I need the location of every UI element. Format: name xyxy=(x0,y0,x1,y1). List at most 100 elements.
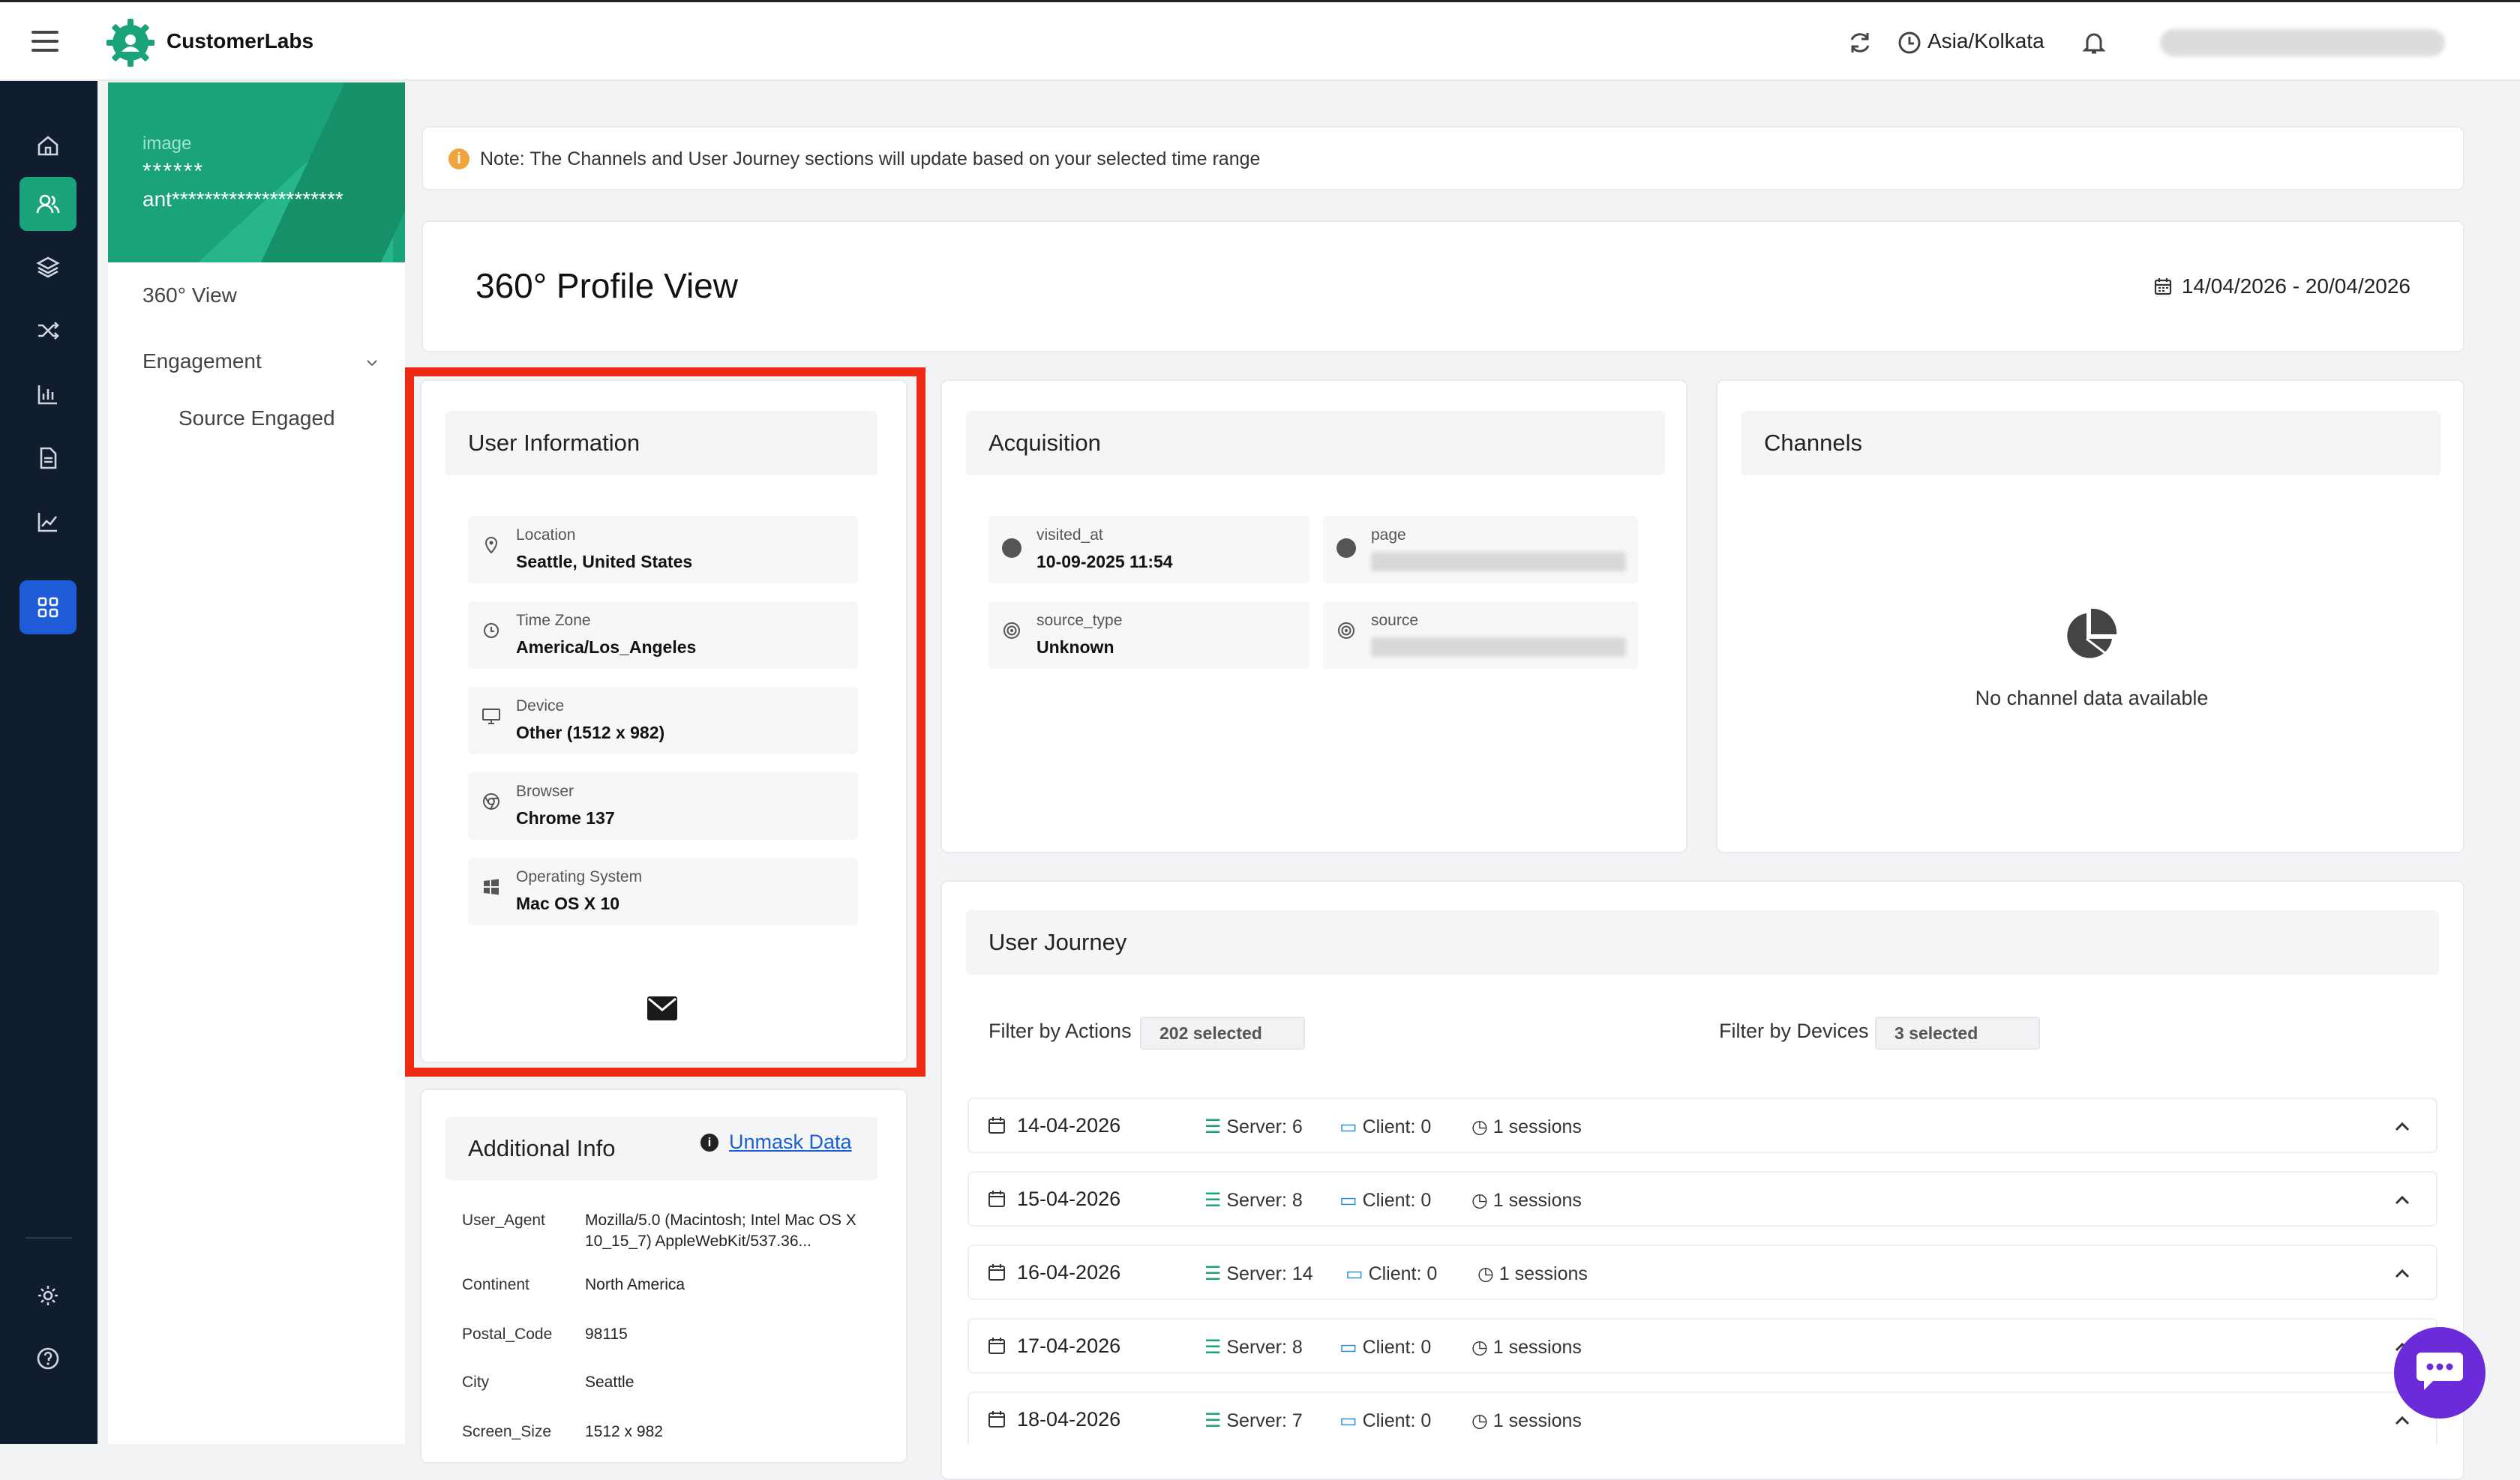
profile-subnav: image ****** ant********************* 36… xyxy=(108,82,405,1444)
top-bar: CustomerLabs Asia/Kolkata xyxy=(0,0,2520,81)
filter-actions-select[interactable]: 202 selected xyxy=(1140,1017,1305,1050)
line-chart-icon xyxy=(38,513,58,532)
journey-day-row[interactable]: 17-04-2026 ☰ Server: 8 ▭ Client: 0 ◷ 1 s… xyxy=(968,1318,2438,1374)
grid-icon xyxy=(38,597,58,618)
timezone-selector[interactable]: Asia/Kolkata xyxy=(1928,29,2044,53)
nav-source-engaged[interactable]: Source Engaged xyxy=(178,406,335,430)
bell-icon[interactable] xyxy=(2080,29,2108,56)
session-count: ◷ 1 sessions xyxy=(1472,1336,1582,1359)
blurred-value xyxy=(1371,637,1626,657)
journey-date: 14-04-2026 xyxy=(1017,1114,1121,1137)
rail-settings[interactable] xyxy=(20,1269,76,1323)
kv-value: 98115 xyxy=(585,1326,628,1343)
kv-value: Mozilla/5.0 (Macintosh; Intel Mac OS X 1… xyxy=(585,1212,856,1250)
bar-chart-icon xyxy=(38,385,57,405)
server-count: ☰ Server: 8 xyxy=(1204,1336,1303,1359)
chat-widget-button[interactable] xyxy=(2394,1327,2486,1419)
filter-actions-label: Filter by Actions xyxy=(988,1020,1132,1042)
server-icon: ☰ xyxy=(1204,1263,1222,1284)
client-count-text: Client: 0 xyxy=(1362,1116,1432,1137)
client-count: ▭ Client: 0 xyxy=(1340,1189,1431,1212)
unmask-data-link[interactable]: Unmask Data xyxy=(729,1131,852,1154)
customerlabs-logo-icon xyxy=(106,19,154,67)
document-icon xyxy=(40,447,57,469)
acquisition-card: Acquisition visited_at 10-09-2025 11:54 … xyxy=(940,379,1688,853)
refresh-icon[interactable] xyxy=(1846,29,1874,56)
chevron-up-icon[interactable] xyxy=(2391,1410,2414,1432)
server-count-text: Server: 8 xyxy=(1226,1337,1303,1358)
note-text: Note: The Channels and User Journey sect… xyxy=(480,148,1261,169)
rail-shuffle[interactable] xyxy=(20,304,76,358)
session-count-text: 1 sessions xyxy=(1498,1263,1588,1284)
dot-icon xyxy=(1336,538,1356,558)
info-value: 10-09-2025 11:54 xyxy=(1036,552,1173,571)
server-count: ☰ Server: 8 xyxy=(1204,1189,1303,1212)
journey-day-row[interactable]: 18-04-2026 ☰ Server: 7 ▭ Client: 0 ◷ 1 s… xyxy=(968,1392,2438,1444)
kv-value: 1512 x 982 xyxy=(585,1423,663,1440)
session-count-text: 1 sessions xyxy=(1492,1337,1582,1358)
kv-value: North America xyxy=(585,1276,686,1293)
chevron-up-icon[interactable] xyxy=(2391,1263,2414,1285)
server-count: ☰ Server: 6 xyxy=(1204,1116,1303,1138)
chevron-down-icon[interactable] xyxy=(364,355,380,370)
session-count-text: 1 sessions xyxy=(1492,1410,1582,1431)
rail-trends[interactable] xyxy=(20,495,76,549)
filter-devices-label: Filter by Devices xyxy=(1719,1020,1869,1042)
rail-help[interactable] xyxy=(20,1332,76,1386)
acq-row-visited-at: visited_at 10-09-2025 11:54 xyxy=(988,516,1310,583)
rail-layers[interactable] xyxy=(20,240,76,294)
client-count-text: Client: 0 xyxy=(1362,1337,1432,1358)
chevron-up-icon[interactable] xyxy=(2391,1189,2414,1212)
info-icon: i xyxy=(700,1134,718,1152)
nav-engagement[interactable]: Engagement xyxy=(142,349,262,373)
journey-day-row[interactable]: 16-04-2026 ☰ Server: 14 ▭ Client: 0 ◷ 1 … xyxy=(968,1245,2438,1300)
masked-name: ****** xyxy=(142,159,205,184)
server-count-text: Server: 8 xyxy=(1226,1190,1303,1211)
session-count: ◷ 1 sessions xyxy=(1472,1116,1582,1138)
channels-card: Channels No channel data available xyxy=(1716,379,2464,853)
rail-analytics[interactable] xyxy=(20,367,76,421)
monitor-icon: ▭ xyxy=(1346,1263,1364,1284)
session-count-text: 1 sessions xyxy=(1492,1116,1582,1137)
rail-home[interactable] xyxy=(20,118,76,172)
server-count-text: Server: 14 xyxy=(1226,1263,1313,1284)
journey-date: 18-04-2026 xyxy=(1017,1408,1121,1431)
help-icon xyxy=(37,1347,59,1370)
client-count: ▭ Client: 0 xyxy=(1340,1336,1431,1359)
rail-reports[interactable] xyxy=(20,431,76,485)
client-count: ▭ Client: 0 xyxy=(1340,1116,1431,1138)
server-icon: ☰ xyxy=(1204,1116,1222,1137)
acq-row-source-type: source_type Unknown xyxy=(988,601,1310,669)
masked-id: ant********************* xyxy=(142,187,344,211)
info-label: source xyxy=(1371,612,1419,629)
info-value: Unknown xyxy=(1036,637,1114,657)
acq-row-source: source xyxy=(1323,601,1638,669)
target-icon xyxy=(1004,622,1020,639)
pie-chart-icon xyxy=(2067,608,2117,658)
gear-icon xyxy=(38,1286,58,1305)
date-range-picker[interactable]: 14/04/2026 - 20/04/2026 xyxy=(2153,274,2410,298)
profile-card: image ****** ant********************* xyxy=(108,82,405,262)
chevron-up-icon[interactable] xyxy=(2391,1116,2414,1138)
menu-icon[interactable] xyxy=(32,31,58,52)
rail-users[interactable] xyxy=(20,177,76,231)
user-account-menu[interactable] xyxy=(2160,29,2445,56)
server-icon: ☰ xyxy=(1204,1337,1222,1358)
server-count: ☰ Server: 7 xyxy=(1204,1410,1303,1432)
note-banner: i Note: The Channels and User Journey se… xyxy=(422,126,2464,190)
filter-devices-select[interactable]: 3 selected xyxy=(1875,1017,2040,1050)
journey-day-row[interactable]: 14-04-2026 ☰ Server: 6 ▭ Client: 0 ◷ 1 s… xyxy=(968,1098,2438,1153)
shuffle-icon xyxy=(38,322,59,340)
journey-day-row[interactable]: 15-04-2026 ☰ Server: 8 ▭ Client: 0 ◷ 1 s… xyxy=(968,1171,2438,1227)
rail-apps[interactable] xyxy=(20,580,76,634)
kv-key: User_Agent xyxy=(462,1212,545,1229)
session-count: ◷ 1 sessions xyxy=(1472,1189,1582,1212)
highlight-box xyxy=(405,367,926,1077)
journey-date: 17-04-2026 xyxy=(1017,1335,1121,1357)
calendar-icon xyxy=(2154,278,2171,295)
nav-360-view[interactable]: 360° View xyxy=(142,283,237,307)
page-title: 360° Profile View xyxy=(476,266,738,305)
kv-key: Continent xyxy=(462,1276,530,1293)
info-label: visited_at xyxy=(1036,526,1103,544)
monitor-icon: ▭ xyxy=(1340,1337,1358,1358)
